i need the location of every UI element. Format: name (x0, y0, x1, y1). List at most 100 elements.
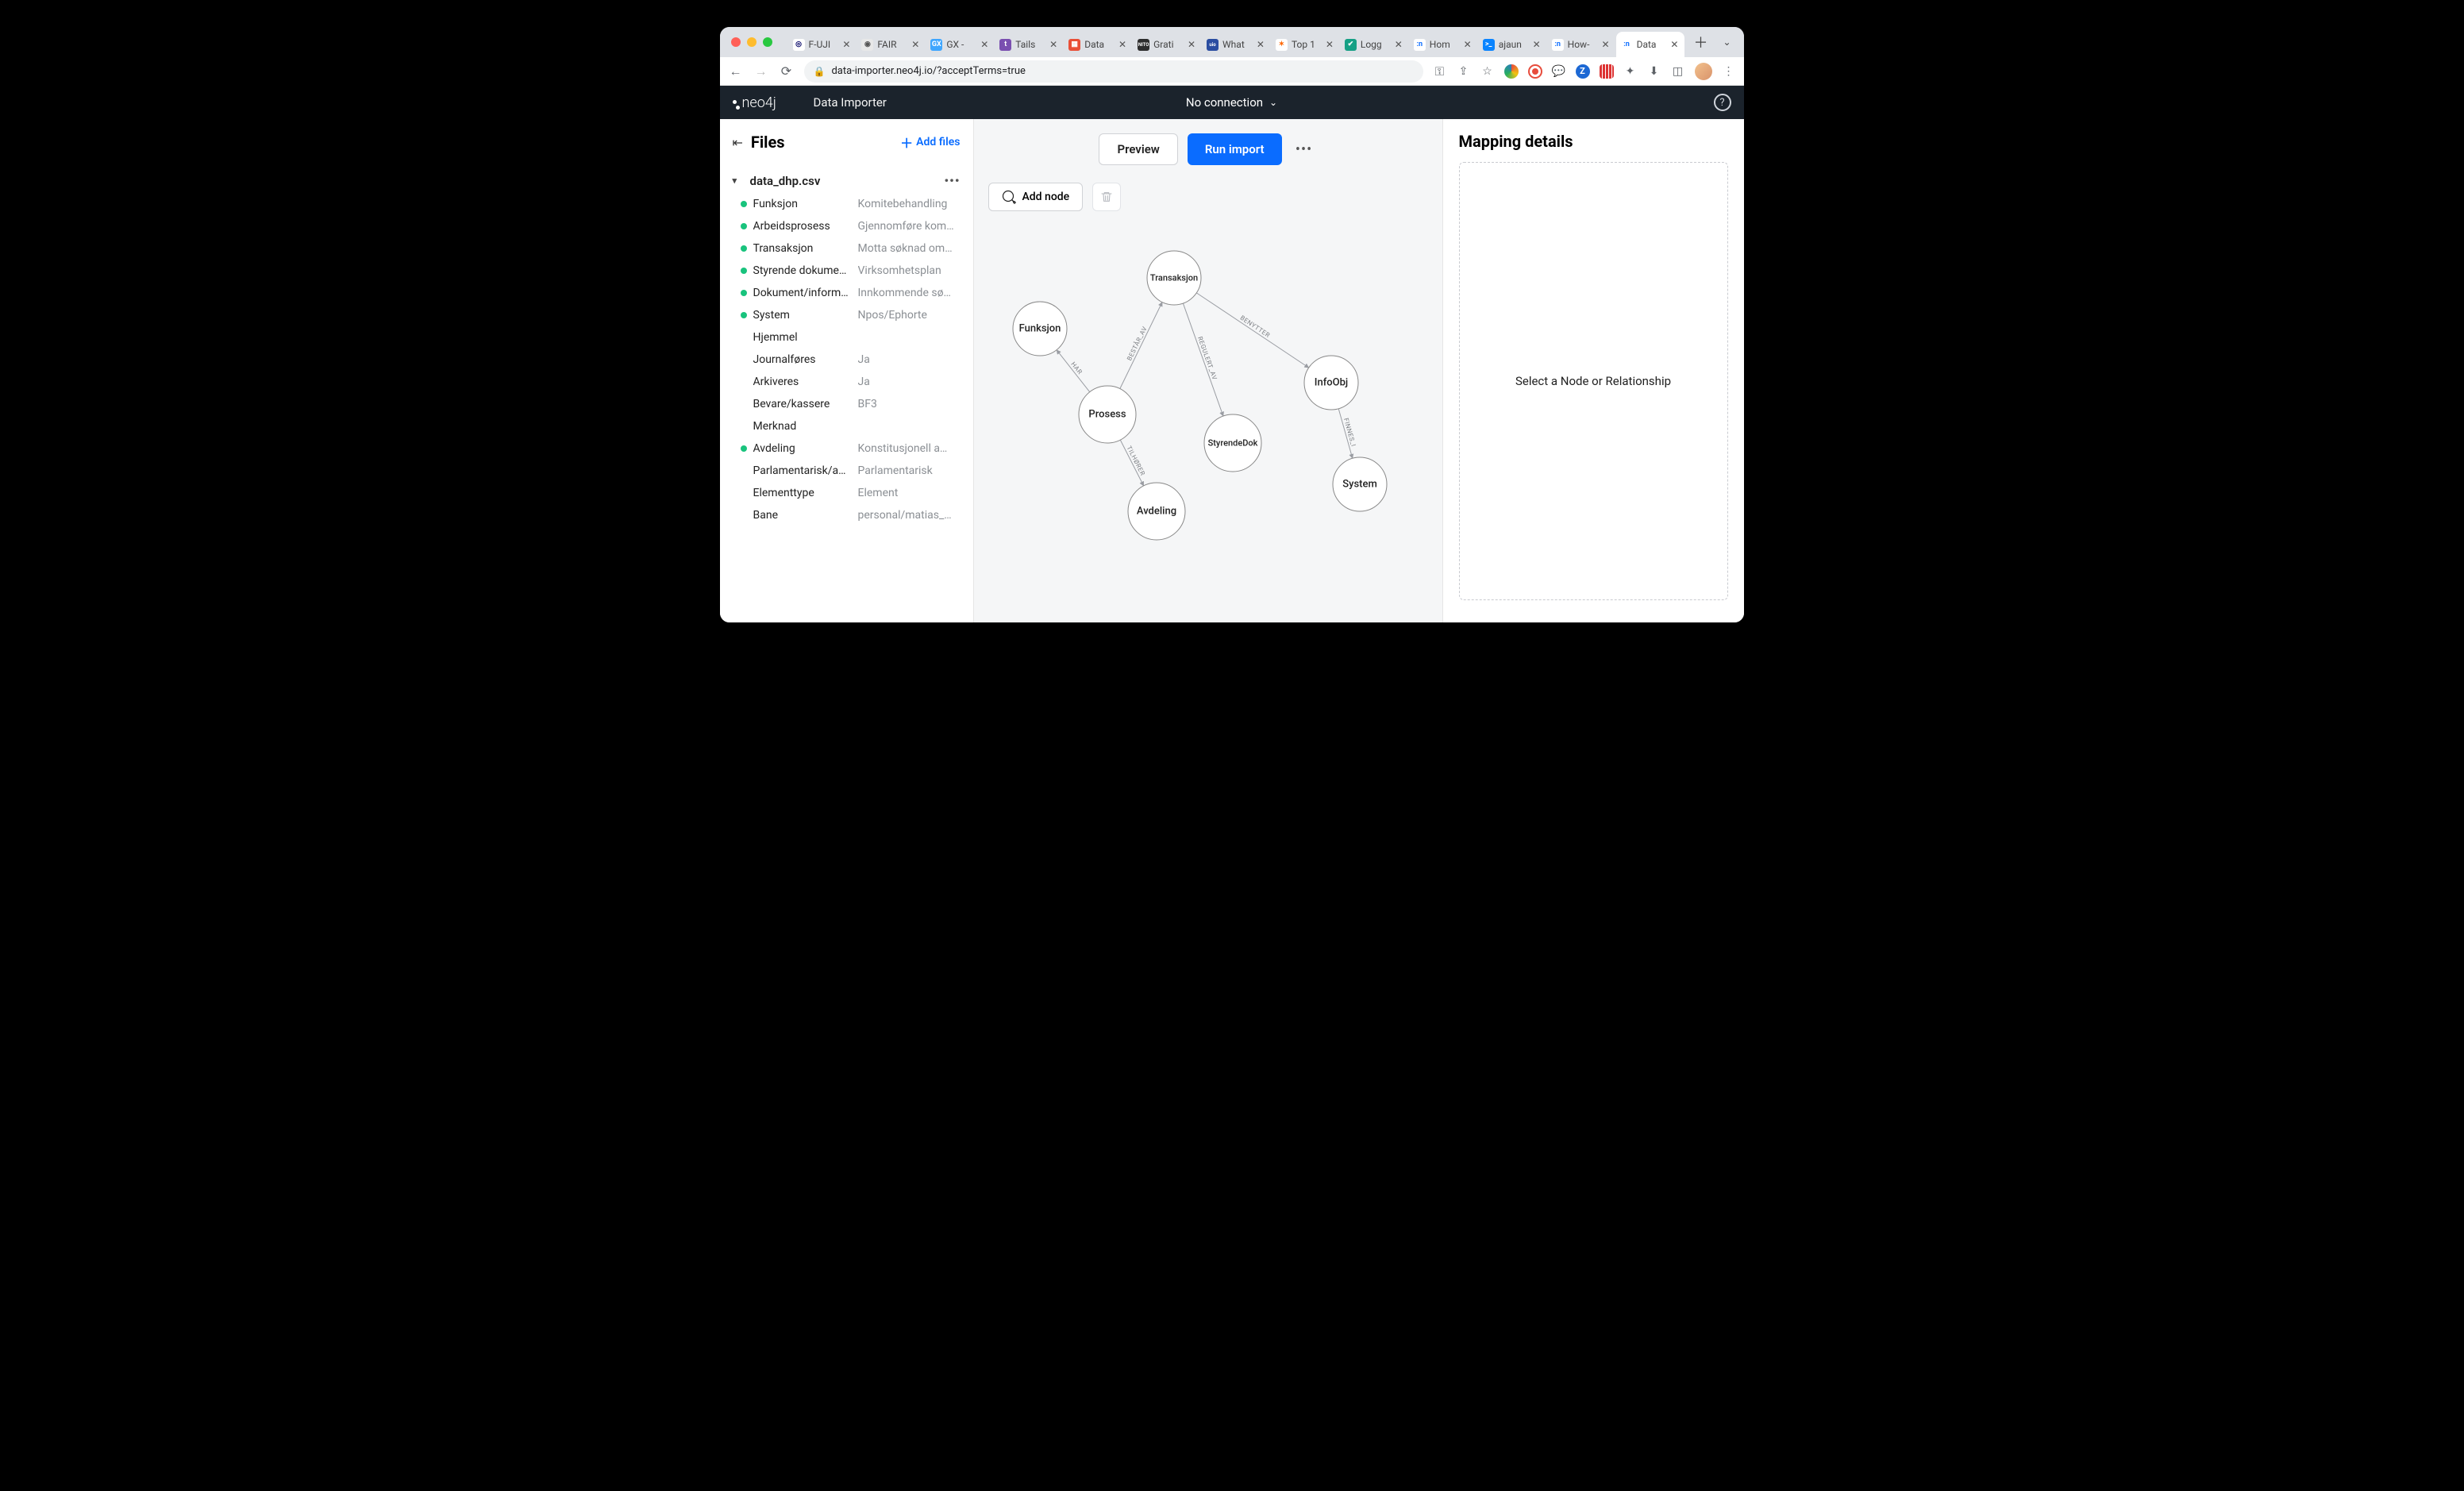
column-row[interactable]: Bevare/kassereBF3 (741, 393, 961, 415)
sidepanel-icon[interactable]: ◫ (1671, 64, 1685, 79)
graph-node[interactable]: Transaksjon (1147, 251, 1201, 305)
browser-tab[interactable]: GXGX - ✕ (926, 32, 995, 57)
tab-close-icon[interactable]: ✕ (910, 39, 921, 50)
column-row[interactable]: FunksjonKomitebehandling (741, 193, 961, 215)
nav-reload[interactable]: ⟳ (779, 64, 795, 79)
extension-icon-1[interactable] (1504, 64, 1519, 79)
browser-tab[interactable]: :n How- ✕ (1547, 32, 1616, 57)
graph-node[interactable]: Prosess (1079, 386, 1136, 443)
help-button[interactable]: ? (1714, 94, 1731, 111)
download-icon[interactable]: ⬇ (1647, 64, 1661, 79)
graph-node[interactable]: Funksjon (1013, 302, 1067, 356)
tab-list-dropdown[interactable]: ⌄ (1717, 37, 1738, 48)
graph-edge[interactable] (1183, 303, 1223, 416)
column-row[interactable]: Hjemmel (741, 326, 961, 349)
column-row[interactable]: ElementtypeElement (741, 482, 961, 504)
add-files-button[interactable]: ＋ Add files (900, 133, 960, 152)
tab-close-icon[interactable]: ✕ (979, 39, 990, 50)
browser-tab[interactable]: >_ajaun✕ (1478, 32, 1547, 57)
tab-close-icon[interactable]: ✕ (1600, 39, 1611, 50)
tab-close-icon[interactable]: ✕ (1393, 39, 1404, 50)
browser-tab[interactable]: ◉FAIR✕ (857, 32, 926, 57)
tab-favicon: NITO (1138, 39, 1149, 51)
tab-label: Grati (1153, 39, 1182, 50)
extension-icon-2[interactable] (1528, 64, 1542, 79)
star-icon[interactable]: ☆ (1480, 64, 1495, 79)
extension-icon-5[interactable] (1600, 64, 1614, 79)
file-header[interactable]: ▾ data_dhp.csv ••• (733, 170, 961, 191)
nav-forward[interactable]: → (753, 64, 769, 79)
share-icon[interactable]: ⇪ (1457, 64, 1471, 79)
file-menu-button[interactable]: ••• (944, 173, 960, 188)
tab-close-icon[interactable]: ✕ (841, 39, 852, 50)
tab-close-icon[interactable]: ✕ (1462, 39, 1473, 50)
tab-close-icon[interactable]: ✕ (1048, 39, 1059, 50)
graph-svg: HARBESTÅR_AVREGULERT_AVBENYTTERTILHØRERF… (974, 119, 1442, 622)
browser-tab[interactable]: ✔Logg✕ (1340, 32, 1409, 57)
browser-tab[interactable]: tTails✕ (995, 32, 1064, 57)
tab-favicon: :n (1414, 39, 1426, 51)
column-row[interactable]: ArbeidsprosessGjennomføre kom… (741, 215, 961, 237)
profile-avatar[interactable] (1695, 63, 1712, 80)
close-window-btn[interactable] (731, 37, 741, 47)
browser-tab[interactable]: ▦Data✕ (1064, 32, 1133, 57)
extensions-menu-icon[interactable]: ✦ (1623, 64, 1638, 79)
tab-close-icon[interactable]: ✕ (1324, 39, 1335, 50)
tab-favicon: ◎ (793, 39, 805, 51)
column-row[interactable]: Dokument/inform…Innkommende sø… (741, 282, 961, 304)
column-row[interactable]: AvdelingKonstitusjonell a… (741, 437, 961, 460)
column-name: Transaksjon (753, 242, 852, 255)
browser-tab[interactable]: ✶Top 1✕ (1271, 32, 1340, 57)
tab-label: Logg (1361, 39, 1389, 50)
extension-icon-3[interactable]: 💬 (1552, 64, 1566, 79)
browser-tab[interactable]: NITO Grati ✕ (1133, 32, 1202, 57)
graph-node[interactable]: StyrendeDok (1204, 414, 1261, 472)
tab-label: Top 1 (1292, 39, 1320, 50)
tab-favicon: :n (1552, 39, 1564, 51)
graph-node[interactable]: InfoObj (1304, 356, 1358, 410)
mapped-dot-icon (741, 312, 747, 318)
unmapped-dot-icon (741, 490, 747, 496)
minimize-window-btn[interactable] (747, 37, 757, 47)
collapse-sidebar-icon[interactable]: ⇤ (733, 135, 743, 150)
graph-canvas[interactable]: Preview Run import ••• Add no (974, 119, 1442, 622)
key-icon[interactable]: ⚿ (1433, 64, 1447, 79)
new-tab-button[interactable]: ＋ (1690, 31, 1712, 53)
browser-tab[interactable]: ◎ F-UJI ✕ (788, 32, 857, 57)
graph-edge[interactable] (1057, 350, 1090, 392)
extension-icon-4[interactable]: Z (1576, 64, 1590, 79)
connection-dropdown[interactable]: No connection ⌄ (1186, 95, 1277, 110)
nav-back[interactable]: ← (728, 64, 744, 79)
tab-close-icon[interactable]: ✕ (1255, 39, 1266, 50)
tab-label: F-UJI (809, 39, 837, 50)
column-row[interactable]: JournalføresJa (741, 349, 961, 371)
column-row[interactable]: ArkiveresJa (741, 371, 961, 393)
mapped-dot-icon (741, 245, 747, 252)
tab-label: Tails (1015, 39, 1044, 50)
tab-label: How- (1568, 39, 1596, 50)
column-row[interactable]: SystemNpos/Ephorte (741, 304, 961, 326)
column-row[interactable]: Merknad (741, 415, 961, 437)
tab-close-icon[interactable]: ✕ (1531, 39, 1542, 50)
chrome-menu-icon[interactable]: ⋮ (1722, 64, 1736, 79)
tab-close-icon[interactable]: ✕ (1117, 39, 1128, 50)
unmapped-dot-icon (741, 468, 747, 474)
maximize-window-btn[interactable] (763, 37, 772, 47)
graph-node[interactable]: System (1333, 457, 1387, 511)
column-row[interactable]: Styrende dokume…Virksomhetsplan (741, 260, 961, 282)
graph-edge[interactable] (1196, 293, 1308, 368)
edge-label: FINNES_I (1342, 417, 1357, 447)
tab-close-icon[interactable]: ✕ (1669, 39, 1680, 50)
column-row[interactable]: Parlamentarisk/ad…Parlamentarisk (741, 460, 961, 482)
browser-tab[interactable]: uioWhat✕ (1202, 32, 1271, 57)
chevron-down-icon: ⌄ (1269, 97, 1277, 108)
column-row[interactable]: Banepersonal/matias_… (741, 504, 961, 526)
graph-node[interactable]: Avdeling (1128, 483, 1185, 540)
browser-tab[interactable]: :nHom✕ (1409, 32, 1478, 57)
tab-close-icon[interactable]: ✕ (1186, 39, 1197, 50)
graph-edge[interactable] (1119, 302, 1161, 389)
column-row[interactable]: TransaksjonMotta søknad om… (741, 237, 961, 260)
browser-tab[interactable]: :nData✕ (1616, 32, 1685, 57)
url-box[interactable]: 🔒 data-importer.neo4j.io/?acceptTerms=tr… (804, 60, 1423, 83)
mapping-details-panel: Mapping details Select a Node or Relatio… (1442, 119, 1744, 622)
